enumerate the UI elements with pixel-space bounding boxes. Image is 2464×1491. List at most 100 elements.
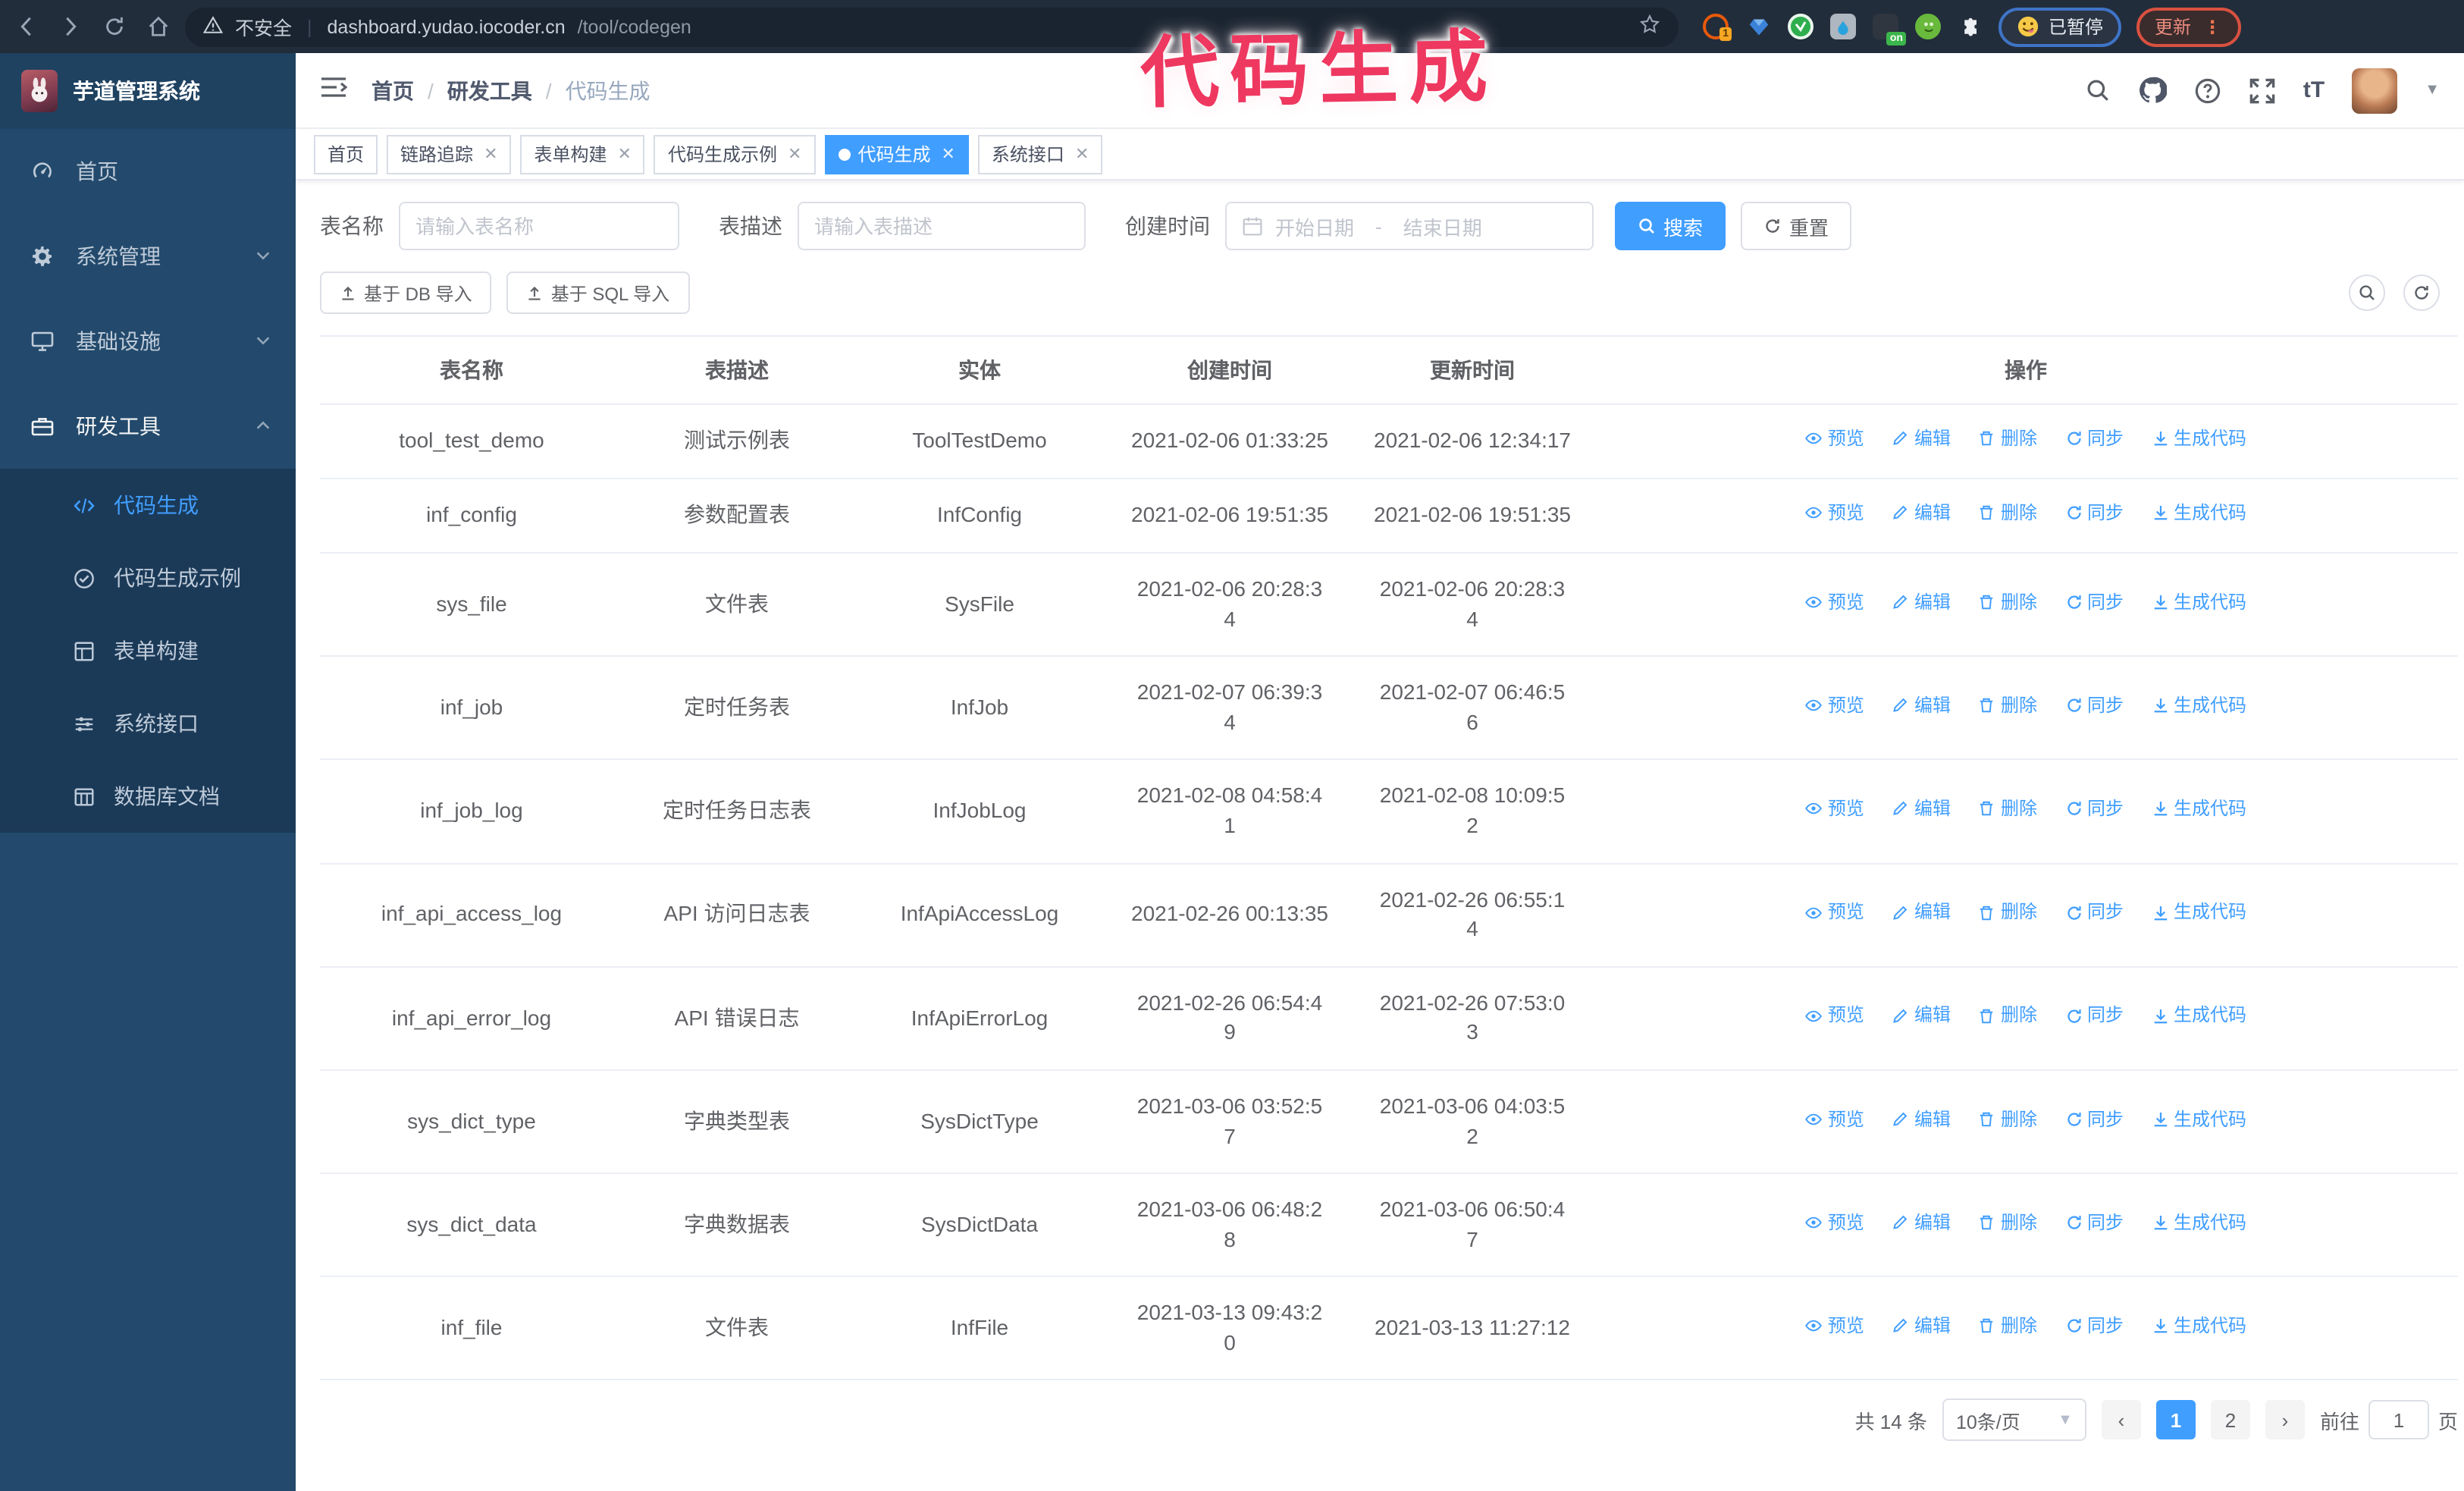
edit-link[interactable]: 编辑 bbox=[1892, 1314, 1951, 1339]
import-sql-button[interactable]: 基于 SQL 导入 bbox=[506, 272, 690, 314]
edit-link[interactable]: 编辑 bbox=[1892, 426, 1951, 452]
close-icon[interactable]: ✕ bbox=[788, 144, 801, 164]
avatar[interactable] bbox=[2352, 67, 2398, 113]
delete-link[interactable]: 删除 bbox=[1978, 693, 2037, 719]
delete-link[interactable]: 删除 bbox=[1978, 426, 2037, 452]
sidebar-item-system-api[interactable]: 系统接口 bbox=[0, 687, 296, 760]
generate-code-link[interactable]: 生成代码 bbox=[2151, 501, 2246, 526]
tab-codegen-example[interactable]: 代码生成示例 ✕ bbox=[654, 134, 816, 174]
reset-button[interactable]: 重置 bbox=[1741, 202, 1852, 250]
delete-link[interactable]: 删除 bbox=[1978, 1003, 2037, 1029]
help-icon[interactable] bbox=[2194, 77, 2221, 104]
extension-frog-icon[interactable] bbox=[1915, 14, 1941, 39]
delete-link[interactable]: 删除 bbox=[1978, 796, 2037, 822]
fullscreen-icon[interactable] bbox=[2249, 77, 2276, 104]
sidebar-item-infra[interactable]: 基础设施 bbox=[0, 299, 296, 384]
paused-badge[interactable]: 已暂停 bbox=[1998, 7, 2122, 46]
generate-code-link[interactable]: 生成代码 bbox=[2151, 899, 2246, 925]
security-label[interactable]: 不安全 bbox=[235, 12, 292, 41]
delete-link[interactable]: 删除 bbox=[1978, 1314, 2037, 1339]
edit-link[interactable]: 编辑 bbox=[1892, 1106, 1951, 1132]
extension-on-icon[interactable]: on bbox=[1873, 14, 1906, 46]
browser-forward-icon[interactable] bbox=[59, 15, 82, 38]
hamburger-icon[interactable] bbox=[320, 75, 348, 105]
sync-link[interactable]: 同步 bbox=[2064, 1106, 2124, 1132]
browser-reload-icon[interactable] bbox=[103, 15, 126, 38]
date-end-placeholder[interactable]: 结束日期 bbox=[1403, 212, 1482, 240]
tab-home[interactable]: 首页 bbox=[314, 134, 378, 174]
browser-menu-icon[interactable]: ⋮ bbox=[2203, 16, 2223, 37]
extensions-puzzle-icon[interactable] bbox=[1958, 14, 1983, 39]
sidebar-item-home[interactable]: 首页 bbox=[0, 129, 296, 214]
next-page-button[interactable]: › bbox=[2265, 1400, 2305, 1440]
tab-tracing[interactable]: 链路追踪 ✕ bbox=[387, 134, 512, 174]
edit-link[interactable]: 编辑 bbox=[1892, 1210, 1951, 1235]
page-button-2[interactable]: 2 bbox=[2210, 1400, 2250, 1440]
preview-link[interactable]: 预览 bbox=[1805, 501, 1864, 526]
tab-system-api[interactable]: 系统接口 ✕ bbox=[977, 134, 1103, 174]
sidebar-item-db-doc[interactable]: 数据库文档 bbox=[0, 760, 296, 833]
extension-gem-icon[interactable] bbox=[1745, 14, 1771, 39]
breadcrumb-devtools[interactable]: 研发工具 bbox=[447, 75, 532, 105]
header-search-icon[interactable] bbox=[2085, 77, 2111, 103]
update-button[interactable]: 更新 ⋮ bbox=[2136, 7, 2242, 46]
refresh-table-button[interactable] bbox=[2403, 275, 2440, 311]
edit-link[interactable]: 编辑 bbox=[1892, 1003, 1951, 1029]
generate-code-link[interactable]: 生成代码 bbox=[2151, 1314, 2246, 1339]
delete-link[interactable]: 删除 bbox=[1978, 501, 2037, 526]
generate-code-link[interactable]: 生成代码 bbox=[2151, 589, 2246, 615]
page-button-1[interactable]: 1 bbox=[2155, 1400, 2196, 1440]
sync-link[interactable]: 同步 bbox=[2064, 1314, 2124, 1339]
preview-link[interactable]: 预览 bbox=[1805, 899, 1864, 925]
table-name-input[interactable] bbox=[399, 202, 679, 250]
preview-link[interactable]: 预览 bbox=[1805, 1210, 1864, 1235]
sync-link[interactable]: 同步 bbox=[2064, 693, 2124, 719]
preview-link[interactable]: 预览 bbox=[1805, 1106, 1864, 1132]
search-button[interactable]: 搜索 bbox=[1615, 202, 1726, 250]
preview-link[interactable]: 预览 bbox=[1805, 796, 1864, 822]
generate-code-link[interactable]: 生成代码 bbox=[2151, 693, 2246, 719]
close-icon[interactable]: ✕ bbox=[484, 144, 497, 164]
font-size-icon[interactable]: tT bbox=[2303, 77, 2324, 103]
generate-code-link[interactable]: 生成代码 bbox=[2151, 1106, 2246, 1132]
edit-link[interactable]: 编辑 bbox=[1892, 501, 1951, 526]
edit-link[interactable]: 编辑 bbox=[1892, 589, 1951, 615]
sync-link[interactable]: 同步 bbox=[2064, 501, 2124, 526]
close-icon[interactable]: ✕ bbox=[618, 144, 632, 164]
extension-drop-icon[interactable] bbox=[1830, 14, 1856, 39]
sidebar-item-devtools[interactable]: 研发工具 bbox=[0, 384, 296, 469]
edit-link[interactable]: 编辑 bbox=[1892, 899, 1951, 925]
sync-link[interactable]: 同步 bbox=[2064, 796, 2124, 822]
date-start-placeholder[interactable]: 开始日期 bbox=[1275, 212, 1354, 240]
sync-link[interactable]: 同步 bbox=[2064, 1210, 2124, 1235]
toggle-search-button[interactable] bbox=[2349, 275, 2385, 311]
preview-link[interactable]: 预览 bbox=[1805, 693, 1864, 719]
sidebar-item-system[interactable]: 系统管理 bbox=[0, 214, 296, 299]
delete-link[interactable]: 删除 bbox=[1978, 589, 2037, 615]
sync-link[interactable]: 同步 bbox=[2064, 426, 2124, 452]
sidebar-item-codegen[interactable]: 代码生成 bbox=[0, 469, 296, 541]
avatar-caret-icon[interactable]: ▼ bbox=[2425, 82, 2440, 99]
sidebar-item-codegen-example[interactable]: 代码生成示例 bbox=[0, 541, 296, 614]
sync-link[interactable]: 同步 bbox=[2064, 589, 2124, 615]
delete-link[interactable]: 删除 bbox=[1978, 899, 2037, 925]
prev-page-button[interactable]: ‹ bbox=[2101, 1400, 2141, 1440]
close-icon[interactable]: ✕ bbox=[941, 144, 955, 164]
generate-code-link[interactable]: 生成代码 bbox=[2151, 426, 2246, 452]
browser-home-icon[interactable] bbox=[147, 15, 170, 38]
tab-codegen[interactable]: 代码生成 ✕ bbox=[824, 134, 969, 174]
edit-link[interactable]: 编辑 bbox=[1892, 796, 1951, 822]
delete-link[interactable]: 删除 bbox=[1978, 1106, 2037, 1132]
breadcrumb-home[interactable]: 首页 bbox=[371, 75, 414, 105]
goto-page-input[interactable] bbox=[2368, 1400, 2429, 1440]
generate-code-link[interactable]: 生成代码 bbox=[2151, 796, 2246, 822]
bookmark-star-icon[interactable] bbox=[1639, 14, 1660, 39]
sync-link[interactable]: 同步 bbox=[2064, 899, 2124, 925]
github-icon[interactable] bbox=[2138, 76, 2167, 105]
close-icon[interactable]: ✕ bbox=[1075, 144, 1089, 164]
preview-link[interactable]: 预览 bbox=[1805, 589, 1864, 615]
generate-code-link[interactable]: 生成代码 bbox=[2151, 1210, 2246, 1235]
import-db-button[interactable]: 基于 DB 导入 bbox=[320, 272, 492, 314]
date-range-picker[interactable]: 开始日期 - 结束日期 bbox=[1225, 202, 1594, 250]
preview-link[interactable]: 预览 bbox=[1805, 1314, 1864, 1339]
